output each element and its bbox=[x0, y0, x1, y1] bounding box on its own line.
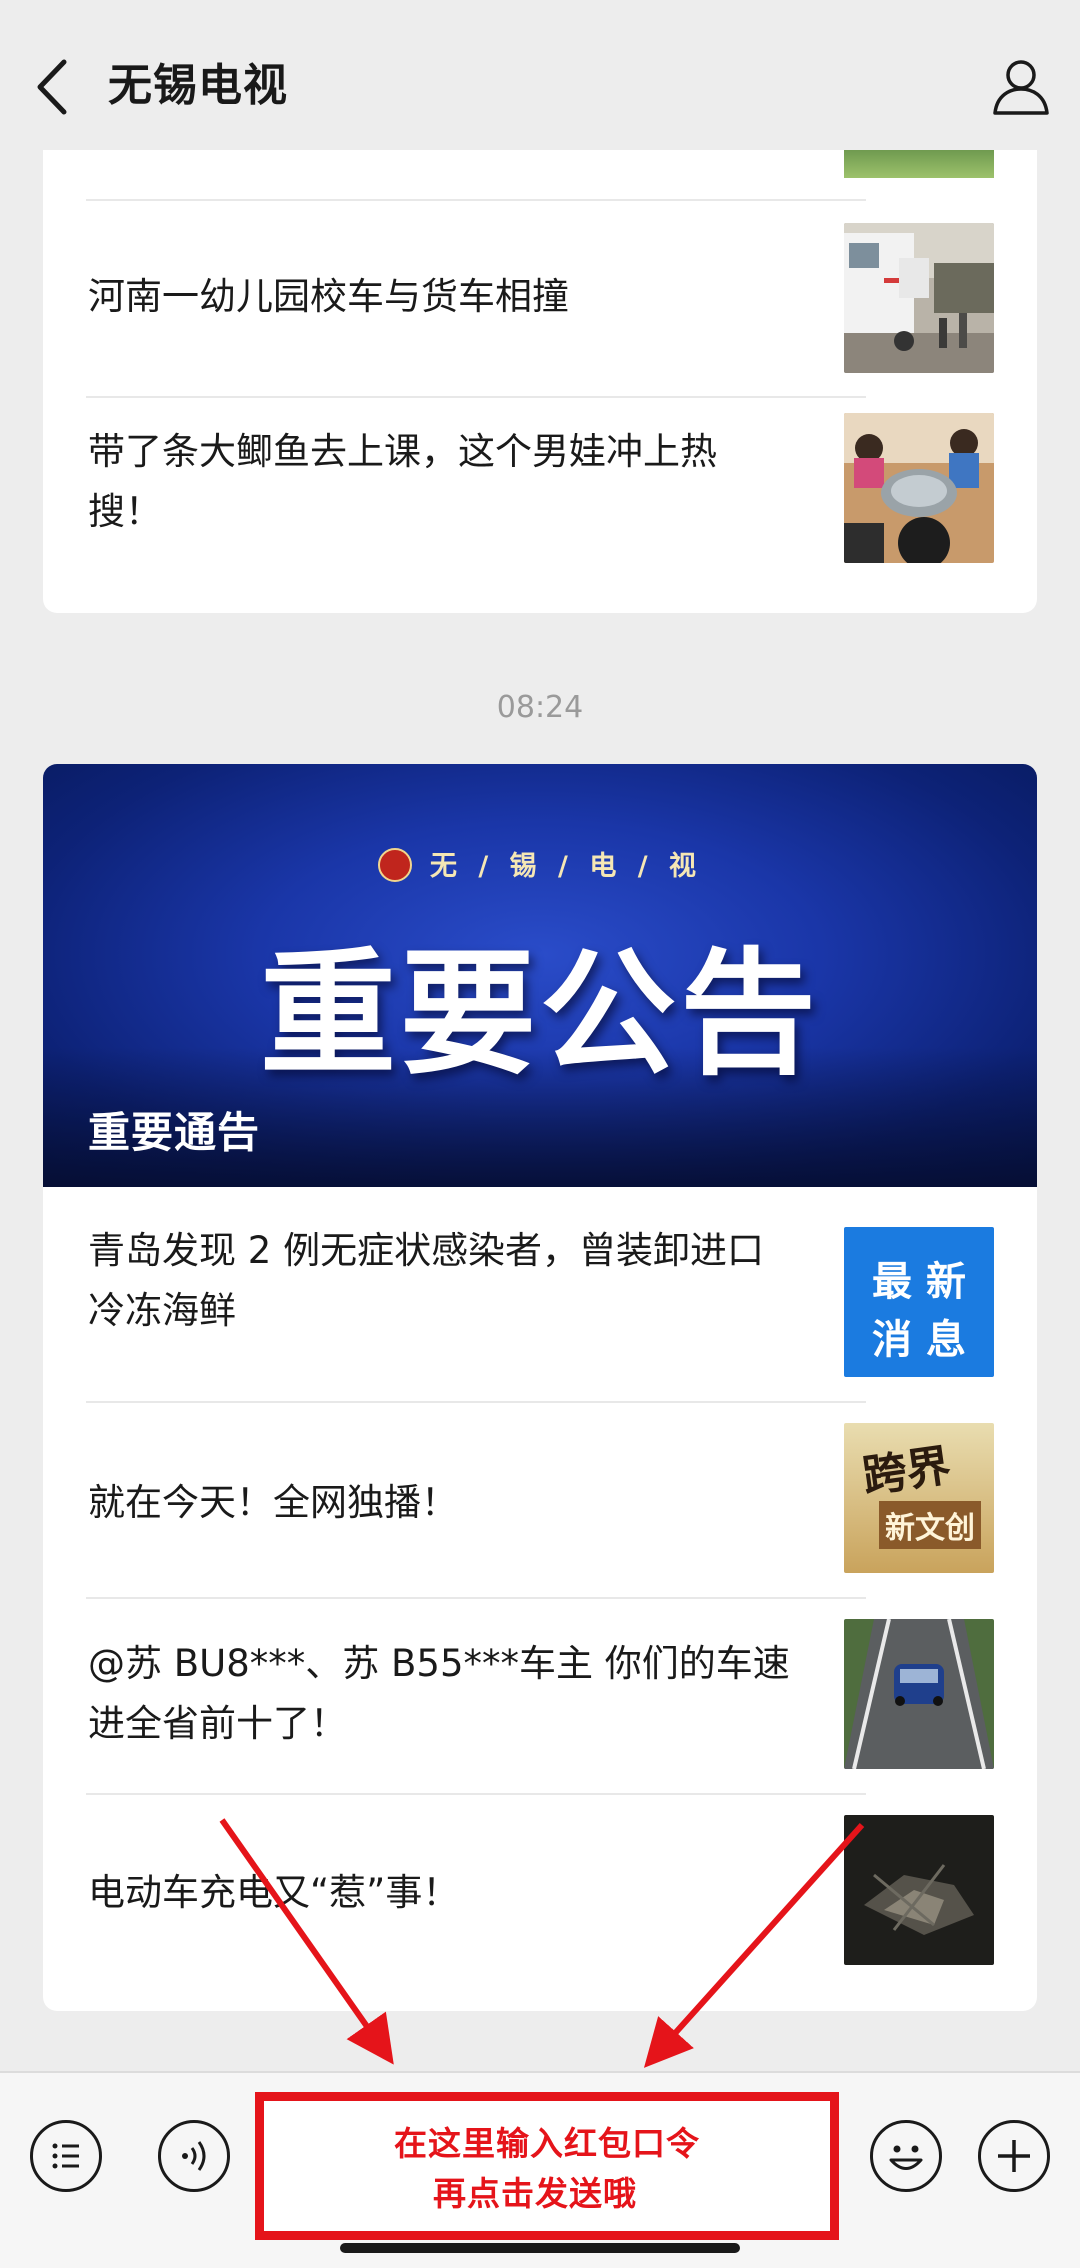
profile-icon[interactable] bbox=[990, 55, 1052, 117]
article-title[interactable]: 河南一幼儿园校车与货车相撞 bbox=[88, 267, 848, 327]
top-nav-bar: 无锡电视 bbox=[0, 0, 1080, 150]
article-title-line: 搜！ bbox=[88, 490, 162, 533]
menu-list-icon[interactable] bbox=[30, 2120, 102, 2192]
input-hint-line: 再点击发送哦 bbox=[433, 2174, 637, 2213]
article-row[interactable]: 河南一幼儿园校车与货车相撞 bbox=[43, 201, 1037, 396]
article-thumbnail[interactable] bbox=[844, 413, 994, 563]
input-hint-line: 在这里输入红包口令 bbox=[394, 2124, 700, 2163]
message-timestamp: 08:24 bbox=[496, 690, 584, 725]
article-thumbnail[interactable]: 最 新 消 息 bbox=[844, 1227, 994, 1377]
article-title[interactable]: 电动车充电又“惹”事！ bbox=[88, 1863, 848, 1923]
article-thumbnail[interactable] bbox=[844, 1619, 994, 1769]
back-arrow-icon[interactable] bbox=[28, 52, 78, 122]
thumbnail-text: 消 息 bbox=[872, 1317, 966, 1363]
article-title[interactable]: 带了条大鲫鱼去上课，这个男娃冲上热 搜！ bbox=[88, 422, 848, 542]
article-row[interactable]: 带了条大鲫鱼去上课，这个男娃冲上热 搜！ bbox=[43, 398, 1037, 608]
thumbnail-text: 最 新 bbox=[872, 1259, 966, 1305]
article-card-previous: 河南一幼儿园校车与货车相撞 带了条大鲫鱼去上课，这个男娃冲上热 搜！ bbox=[43, 110, 1037, 613]
article-thumbnail[interactable]: 跨界 新文创 bbox=[844, 1423, 994, 1573]
page-title: 无锡电视 bbox=[108, 60, 288, 111]
article-title-line: 青岛发现 2 例无症状感染者，曾装卸进口 bbox=[88, 1229, 765, 1272]
article-row[interactable]: 青岛发现 2 例无症状感染者，曾装卸进口 冷冻海鲜 最 新 消 息 bbox=[43, 1187, 1037, 1382]
home-indicator[interactable] bbox=[340, 2243, 740, 2253]
banner-brand-text: 无 / 锡 / 电 / 视 bbox=[430, 851, 702, 882]
cover-article-title[interactable]: 重要通告 bbox=[88, 1099, 260, 1160]
article-thumbnail[interactable] bbox=[844, 1815, 994, 1965]
add-more-icon[interactable] bbox=[978, 2120, 1050, 2192]
article-title[interactable]: 就在今天！全网独播！ bbox=[88, 1473, 848, 1533]
voice-icon[interactable] bbox=[158, 2120, 230, 2192]
article-row[interactable]: 就在今天！全网独播！ 跨界 新文创 bbox=[43, 1403, 1037, 1598]
thumbnail-text: 跨界 bbox=[859, 1440, 954, 1503]
emoji-icon[interactable] bbox=[870, 2120, 942, 2192]
article-thumbnail[interactable] bbox=[844, 223, 994, 373]
article-row[interactable]: 电动车充电又“惹”事！ bbox=[43, 1795, 1037, 1990]
brand-seal-icon bbox=[378, 847, 412, 882]
chat-input-bar: 在这里输入红包口令 再点击发送哦 bbox=[0, 2071, 1080, 2268]
cover-banner[interactable]: 无 / 锡 / 电 / 视 重要公告 重要通告 bbox=[43, 764, 1037, 1187]
article-row[interactable]: @苏 BU8***、苏 B55***车主 你们的车速 进全省前十了！ bbox=[43, 1599, 1037, 1794]
article-card: 无 / 锡 / 电 / 视 重要公告 重要通告 青岛发现 2 例无症状感染者，曾… bbox=[43, 764, 1037, 2011]
banner-headline: 重要公告 bbox=[260, 936, 820, 1094]
article-title[interactable]: 青岛发现 2 例无症状感染者，曾装卸进口 冷冻海鲜 bbox=[88, 1221, 848, 1341]
article-title-line: 进全省前十了！ bbox=[88, 1702, 347, 1745]
article-title-line: 冷冻海鲜 bbox=[88, 1289, 236, 1332]
message-input[interactable]: 在这里输入红包口令 再点击发送哦 bbox=[255, 2092, 839, 2240]
article-title[interactable]: @苏 BU8***、苏 B55***车主 你们的车速 进全省前十了！ bbox=[88, 1634, 848, 1754]
article-title-line: 带了条大鲫鱼去上课，这个男娃冲上热 bbox=[88, 430, 717, 473]
article-title-line: @苏 BU8***、苏 B55***车主 你们的车速 bbox=[88, 1642, 790, 1685]
banner-brand: 无 / 锡 / 电 / 视 bbox=[43, 844, 1037, 885]
partial-thumbnail[interactable] bbox=[844, 150, 994, 178]
thumbnail-text: 新文创 bbox=[879, 1501, 981, 1549]
